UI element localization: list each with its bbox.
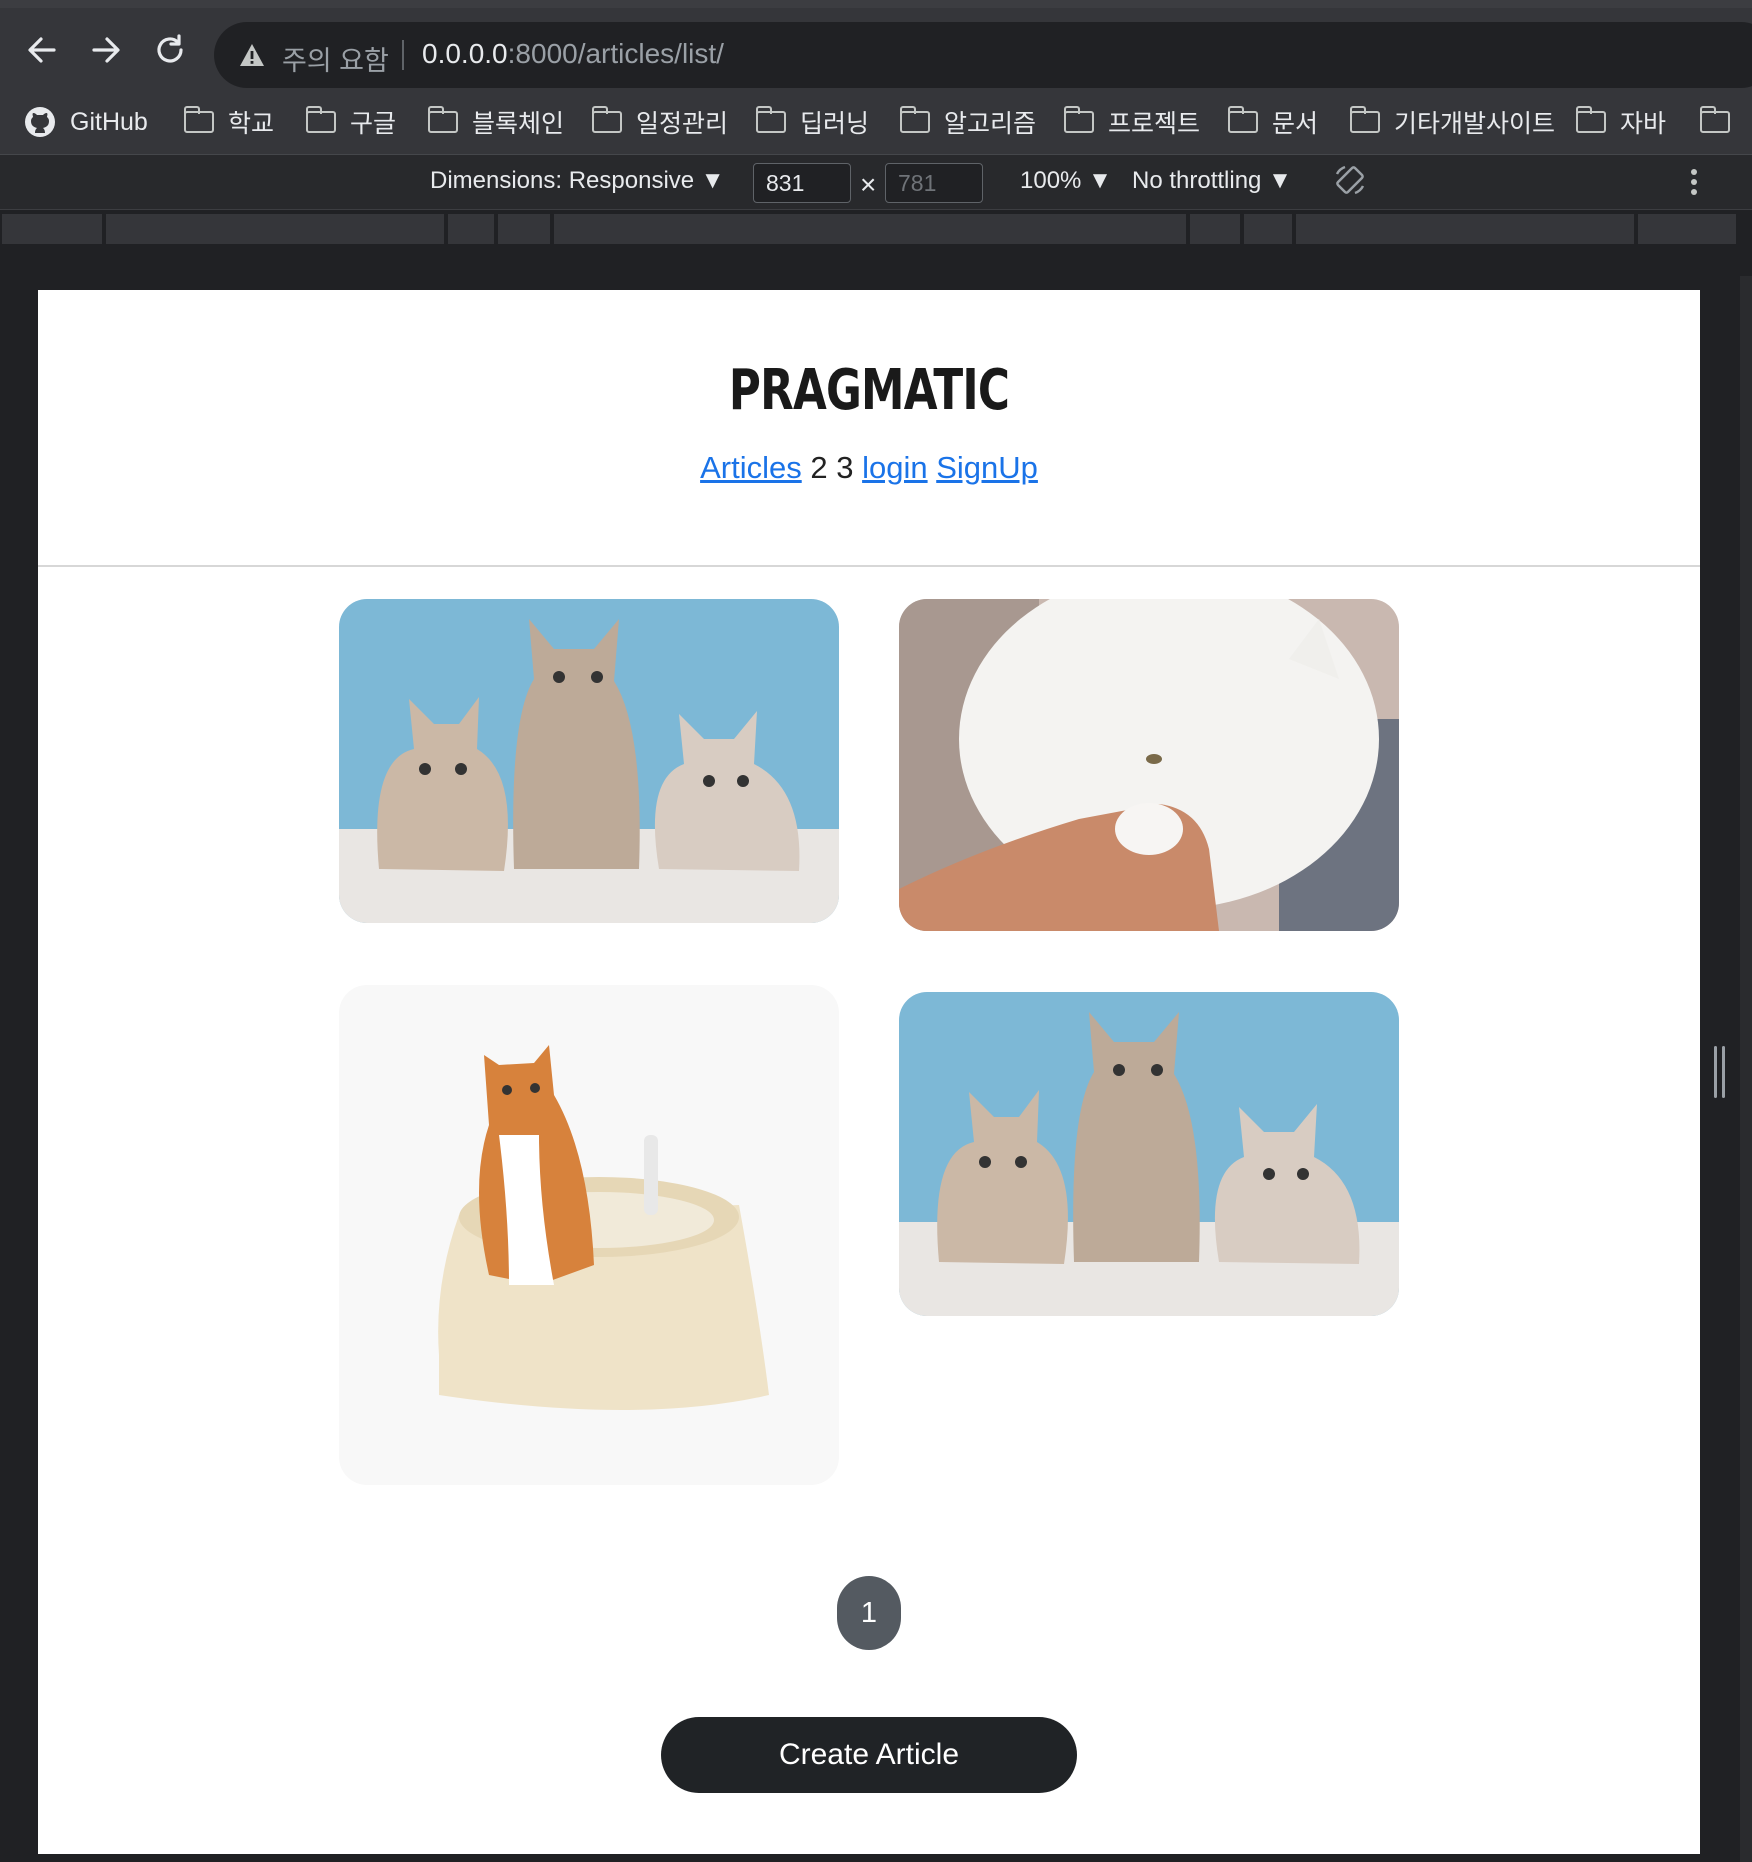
folder-icon <box>900 106 930 133</box>
media-query-segment[interactable] <box>498 214 550 244</box>
reload-button[interactable] <box>150 30 190 70</box>
bookmark-label: 일정관리 <box>636 110 729 138</box>
media-query-segment[interactable] <box>1638 214 1736 244</box>
bookmark-label: 기타개발사이트 <box>1394 110 1556 138</box>
address-bar[interactable]: 주의 요함 0.0.0.0:8000/articles/list/ <box>214 22 1752 88</box>
url-text[interactable]: 0.0.0.0:8000/articles/list/ <box>422 38 724 70</box>
folder-icon <box>756 106 786 133</box>
bookmark-folder-docs[interactable]: 문서 <box>1228 102 1318 142</box>
back-button[interactable] <box>22 30 62 70</box>
three-kittens-photo <box>339 599 839 923</box>
nav-item-2: 2 <box>810 450 828 485</box>
tab-strip <box>0 0 1752 8</box>
media-query-segment[interactable] <box>1244 214 1292 244</box>
media-query-segment[interactable] <box>2 214 102 244</box>
bookmark-label: 문서 <box>1272 110 1319 138</box>
bookmark-folder-blockchain[interactable]: 블록체인 <box>428 102 564 142</box>
folder-icon <box>306 106 336 133</box>
devtools-side-rail <box>1740 276 1752 1862</box>
bookmark-github[interactable]: GitHub <box>24 102 148 142</box>
omnibox-divider <box>402 40 404 70</box>
create-article-button[interactable]: Create Article <box>661 1717 1077 1793</box>
media-query-segment[interactable] <box>554 214 1186 244</box>
width-input[interactable] <box>753 163 851 203</box>
media-query-segment[interactable] <box>1296 214 1634 244</box>
bookmark-folder-dev-sites[interactable]: 기타개발사이트 <box>1350 102 1555 142</box>
header-divider <box>38 565 1700 567</box>
nav-link-signup[interactable]: SignUp <box>936 450 1038 485</box>
article-card[interactable] <box>339 599 839 923</box>
url-host: 0.0.0.0 <box>422 38 508 69</box>
resize-handle[interactable] <box>1714 1046 1726 1098</box>
bookmark-label: 알고리즘 <box>944 110 1037 138</box>
caret-down-icon: ▼ <box>1088 167 1112 194</box>
bookmark-label: 자바 <box>1620 110 1667 138</box>
media-query-bar <box>0 212 1752 246</box>
folder-icon <box>184 106 214 133</box>
media-query-segment[interactable] <box>448 214 494 244</box>
bookmark-folder-java[interactable]: 자바 <box>1576 102 1666 142</box>
caret-down-icon: ▼ <box>700 167 725 194</box>
reload-icon <box>157 34 183 63</box>
browser-toolbar: 주의 요함 0.0.0.0:8000/articles/list/ <box>0 8 1752 92</box>
nav-link-login[interactable]: login <box>862 450 928 485</box>
warning-icon <box>240 44 264 66</box>
github-icon <box>25 107 55 137</box>
folder-icon <box>1576 106 1606 133</box>
article-card[interactable] <box>339 985 839 1485</box>
url-path: :8000/articles/list/ <box>507 38 724 69</box>
zoom-dropdown[interactable]: 100% ▼ <box>1020 167 1112 195</box>
dimensions-label: Dimensions: Responsive <box>430 167 695 194</box>
nav-link-articles[interactable]: Articles <box>700 450 802 485</box>
site-logo[interactable]: PRAGMATIC <box>221 358 1517 423</box>
bookmark-label: 학교 <box>228 110 275 138</box>
security-status-label[interactable]: 주의 요함 <box>282 39 389 78</box>
arrow-left-icon <box>28 37 56 63</box>
cat-litter-box-photo <box>339 985 839 1485</box>
rotate-icon[interactable] <box>1332 162 1368 198</box>
bookmark-label: 구글 <box>350 110 397 138</box>
folder-icon <box>1700 106 1730 133</box>
bookmark-label: GitHub <box>70 107 148 136</box>
article-card[interactable] <box>899 992 1399 1316</box>
folder-icon <box>428 106 458 133</box>
bookmark-folder-overflow[interactable] <box>1700 102 1744 142</box>
throttling-dropdown[interactable]: No throttling ▼ <box>1132 167 1292 195</box>
bookmark-folder-algorithm[interactable]: 알고리즘 <box>900 102 1036 142</box>
nav-item-3: 3 <box>836 450 854 485</box>
bookmark-folder-google[interactable]: 구글 <box>306 102 396 142</box>
arrow-right-icon <box>92 37 120 63</box>
white-cat-hand-photo <box>899 599 1399 931</box>
bookmark-folder-schedule[interactable]: 일정관리 <box>592 102 728 142</box>
page-viewport: PRAGMATIC Articles 2 3 login SignUp 1 Cr… <box>38 290 1700 1854</box>
more-options-icon[interactable] <box>1690 168 1698 196</box>
pagination-page-1[interactable]: 1 <box>837 1576 901 1650</box>
height-input[interactable] <box>885 163 983 203</box>
header-nav: Articles 2 3 login SignUp <box>38 450 1700 486</box>
bookmark-label: 딥러닝 <box>800 110 870 138</box>
bookmark-label: 블록체인 <box>472 110 565 138</box>
article-card[interactable] <box>899 599 1399 931</box>
throttling-label: No throttling <box>1132 167 1262 194</box>
three-kittens-photo <box>899 992 1399 1316</box>
media-query-segment[interactable] <box>1190 214 1240 244</box>
bookmarks-bar: GitHub 학교 구글 블록체인 일정관리 딥러닝 알고리즘 프로젝트 문서 … <box>0 92 1752 155</box>
folder-icon <box>1228 106 1258 133</box>
bookmark-folder-deep-learning[interactable]: 딥러닝 <box>756 102 869 142</box>
folder-icon <box>592 106 622 133</box>
caret-down-icon: ▼ <box>1268 167 1292 194</box>
folder-icon <box>1350 106 1380 133</box>
device-toolbar: Dimensions: Responsive ▼ × 100% ▼ No thr… <box>0 155 1752 210</box>
dimensions-dropdown[interactable]: Dimensions: Responsive ▼ <box>430 167 725 195</box>
media-query-segment[interactable] <box>106 214 444 244</box>
bookmark-label: 프로젝트 <box>1108 110 1201 138</box>
folder-icon <box>1064 106 1094 133</box>
dimension-times-sign: × <box>860 169 877 200</box>
zoom-label: 100% <box>1020 167 1082 194</box>
forward-button[interactable] <box>86 30 126 70</box>
bookmark-folder-project[interactable]: 프로젝트 <box>1064 102 1200 142</box>
bookmark-folder-school[interactable]: 학교 <box>184 102 274 142</box>
